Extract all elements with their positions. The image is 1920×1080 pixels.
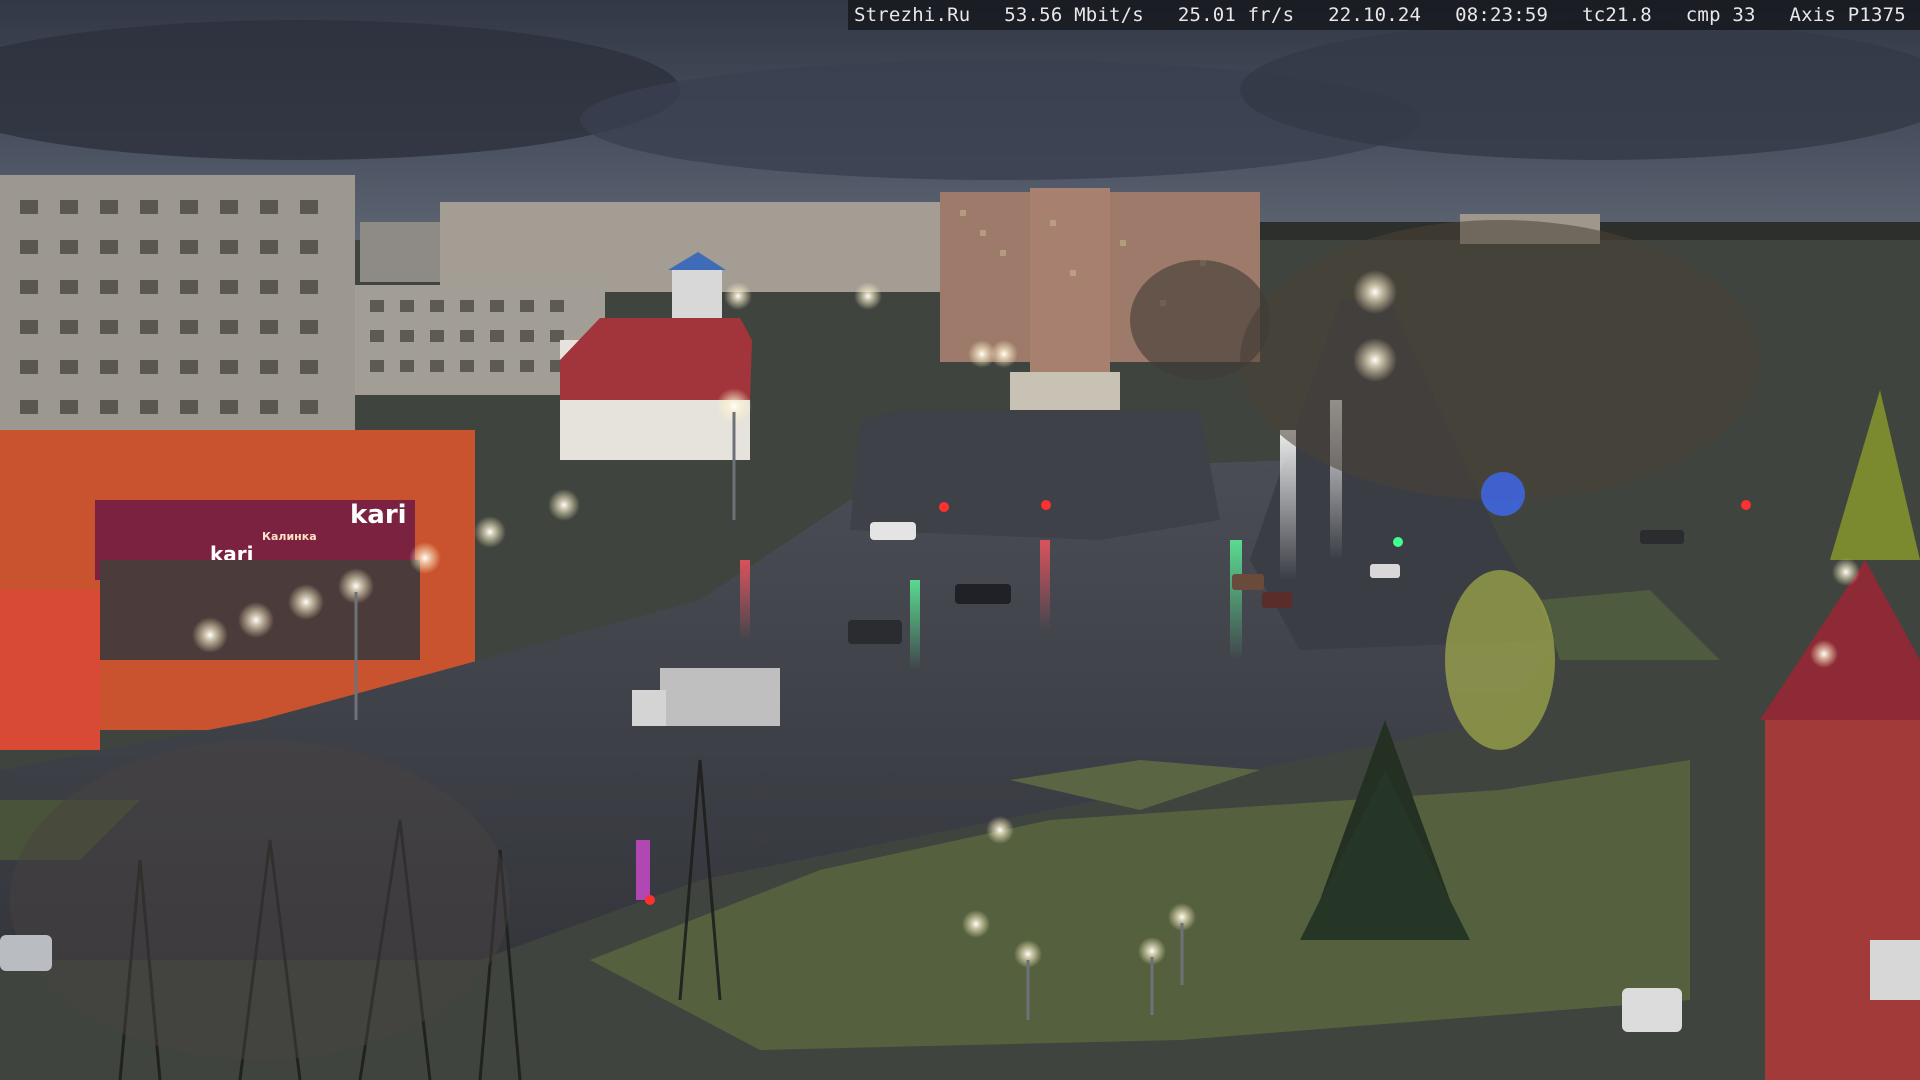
overlay-framerate: 25.01 fr/s xyxy=(1177,4,1295,26)
store-banner-left: Калинка xyxy=(262,530,317,543)
distant-car xyxy=(1232,574,1264,590)
headlight-streak xyxy=(1280,430,1296,580)
overlay-camera-model: Axis P1375 xyxy=(1789,4,1906,26)
bare-tree-canopy xyxy=(1240,220,1760,500)
illuminated-decoration xyxy=(636,840,650,900)
traffic-light-green xyxy=(1393,537,1403,547)
store-corner xyxy=(0,590,100,750)
dark-car xyxy=(955,584,1011,604)
red-tower-building xyxy=(1765,720,1920,1080)
overlay-time: 08:23:59 xyxy=(1455,4,1549,26)
distant-apartment-block xyxy=(360,222,440,282)
blue-roof-tower xyxy=(672,268,722,318)
distant-car xyxy=(1262,592,1292,608)
white-truck xyxy=(660,668,780,726)
traffic-light-red xyxy=(1041,500,1051,510)
distant-car xyxy=(1640,530,1684,544)
overlay-site: Strezhi.Ru xyxy=(854,4,971,26)
camera-status-overlay: Strezhi.Ru 53.56 Mbit/s 25.01 fr/s 22.10… xyxy=(848,0,1920,30)
overlay-cmp: cmp 33 xyxy=(1685,4,1756,26)
traffic-light-red xyxy=(1741,500,1751,510)
birch-tree-yellow xyxy=(1445,570,1555,750)
green-light-streak xyxy=(910,580,920,670)
white-car xyxy=(1622,988,1682,1032)
traffic-light-red xyxy=(939,502,949,512)
red-tower-window xyxy=(1870,940,1920,1000)
car-left-edge xyxy=(0,935,52,971)
tall-apartment-tower xyxy=(1030,188,1110,378)
christmas-star-decoration xyxy=(1481,472,1525,516)
distant-car xyxy=(1370,564,1400,578)
green-light-streak xyxy=(1230,540,1242,660)
store-logo: kari xyxy=(350,500,407,530)
taillight-streak xyxy=(1040,540,1050,630)
overlay-bitrate: 53.56 Mbit/s xyxy=(1004,4,1144,26)
webcam-scene: kari kari Калинка xyxy=(0,0,1920,1080)
bare-tree-canopy xyxy=(10,740,510,1060)
taillight-streak xyxy=(740,560,750,640)
overlay-date: 22.10.24 xyxy=(1328,4,1422,26)
dark-suv xyxy=(848,620,902,644)
bare-tree-canopy xyxy=(1130,260,1270,380)
traffic-light-red xyxy=(645,895,655,905)
white-car xyxy=(870,522,916,540)
upper-plaza xyxy=(850,410,1220,540)
overlay-tc: tc21.8 xyxy=(1582,4,1652,26)
white-truck-cab xyxy=(632,690,666,726)
red-roof xyxy=(560,318,752,400)
